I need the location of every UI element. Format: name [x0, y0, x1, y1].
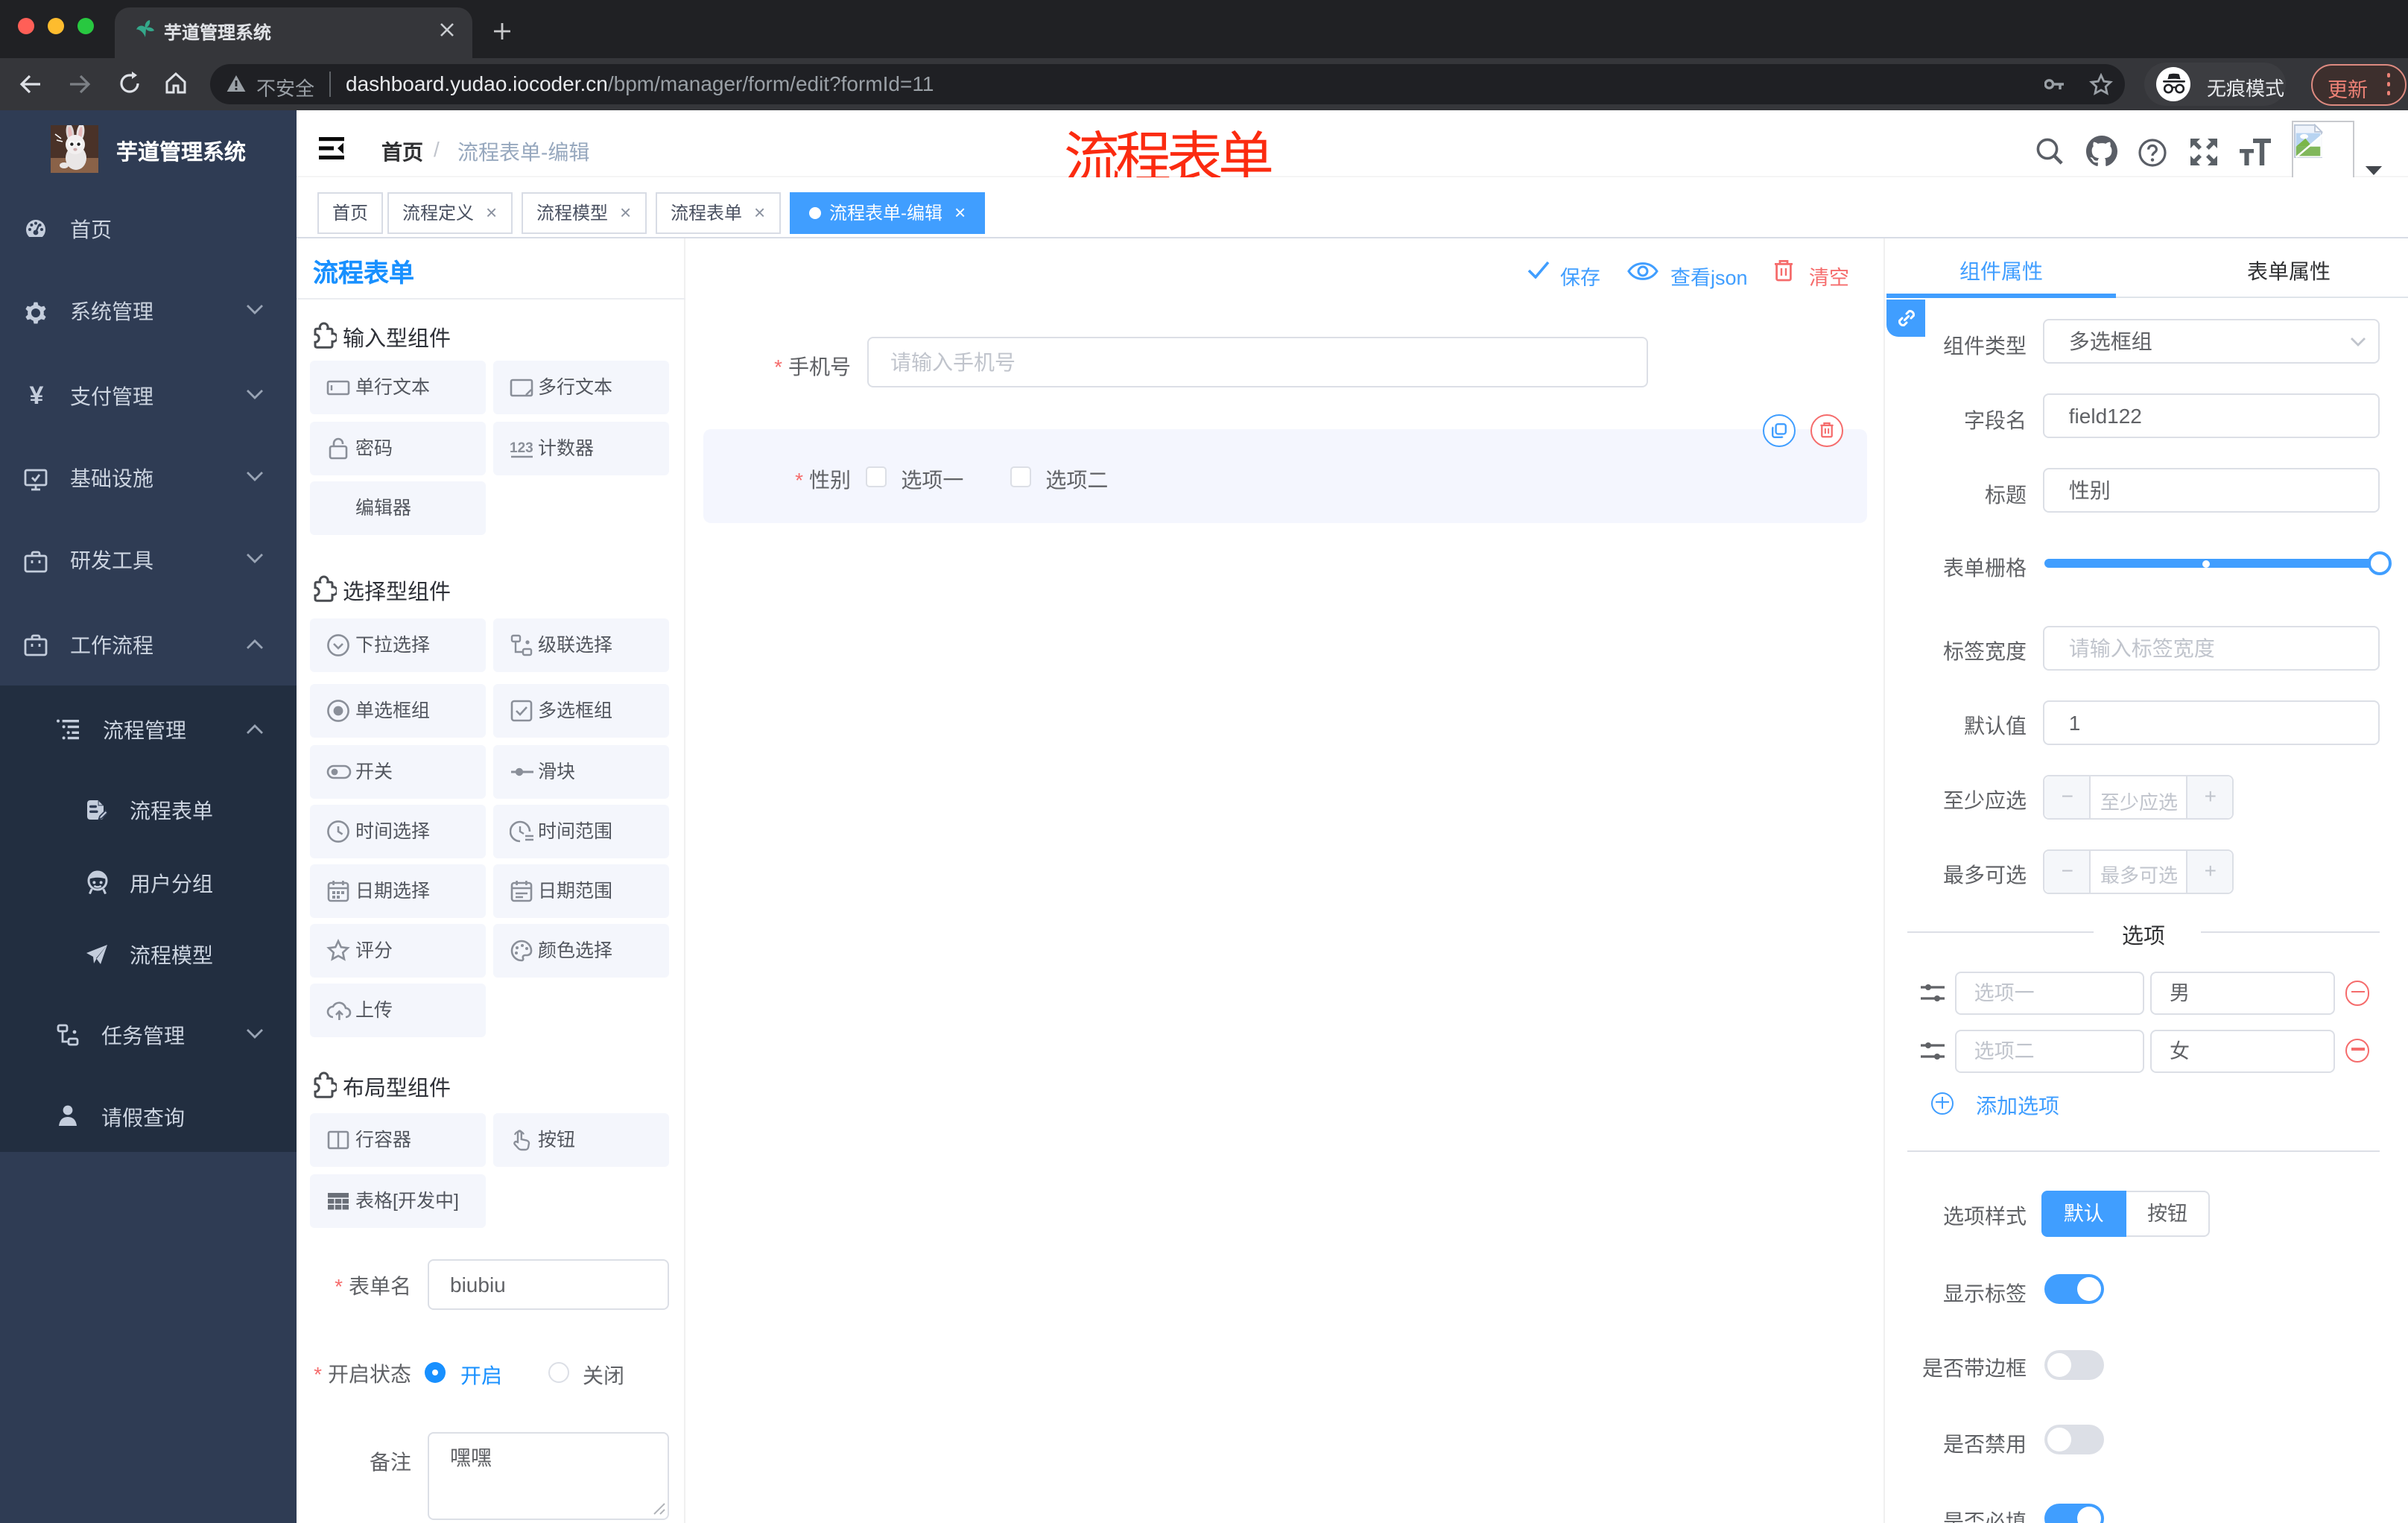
svg-text:123: 123	[509, 440, 533, 455]
